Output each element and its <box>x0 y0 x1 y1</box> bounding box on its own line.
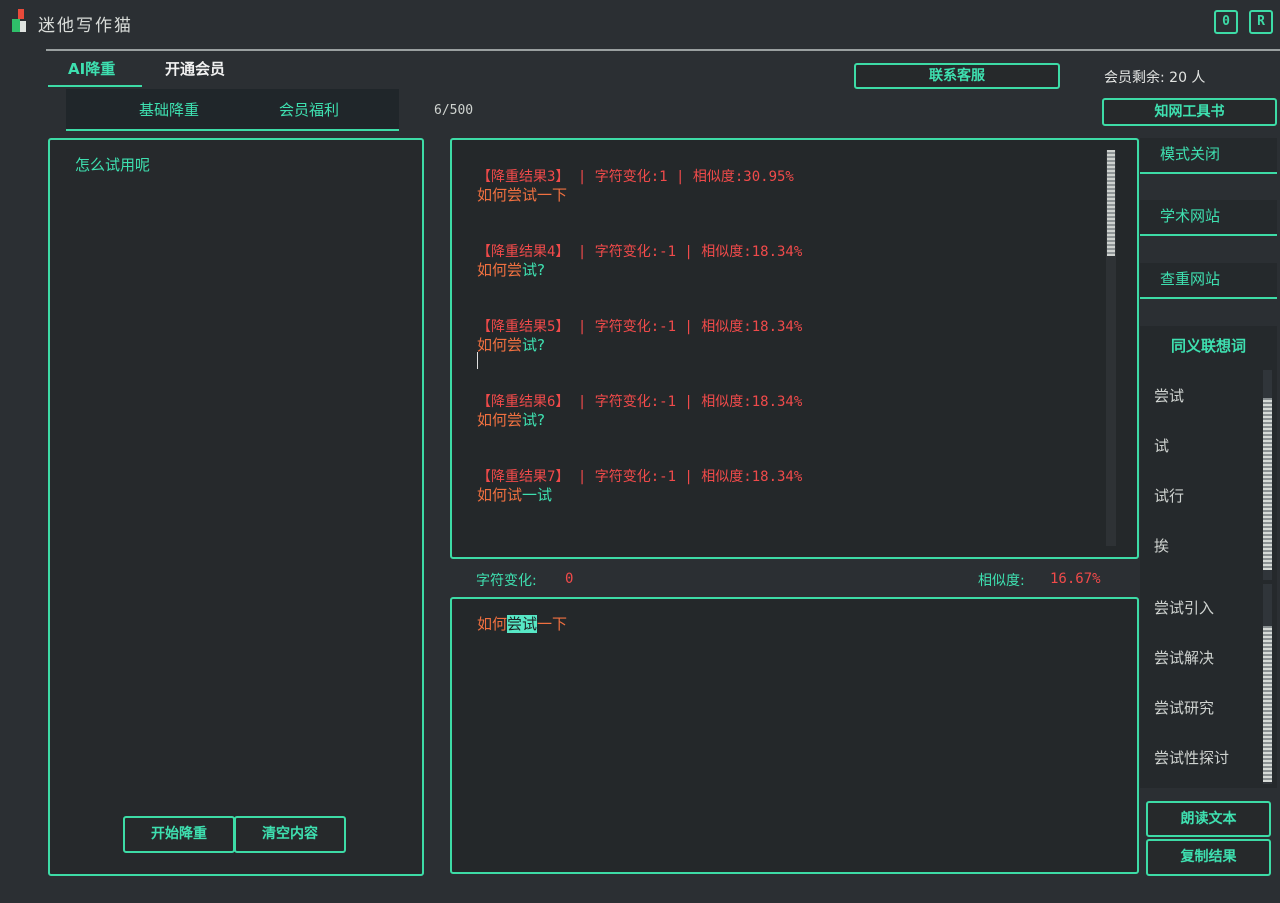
copy-result-button[interactable]: 复制结果 <box>1146 839 1271 876</box>
app-logo-icon <box>10 8 30 34</box>
sidebar-item-mode-off[interactable]: 模式关闭 <box>1140 138 1277 174</box>
member-remaining-text: 会员剩余: 20 人 <box>1104 70 1206 86</box>
synonym-item[interactable]: 尝试引入 <box>1154 597 1214 618</box>
result-text[interactable]: 如何尝试? <box>477 259 545 280</box>
start-reduce-button[interactable]: 开始降重 <box>123 816 235 853</box>
synonym-item[interactable]: 挨 <box>1154 535 1169 556</box>
contact-support-button[interactable]: 联系客服 <box>854 63 1060 89</box>
title-divider <box>46 49 1280 51</box>
title-bar <box>0 0 1280 46</box>
window-button-0[interactable]: 0 <box>1214 10 1238 34</box>
sub-tab-bar <box>66 89 399 131</box>
similarity-label: 相似度: <box>978 573 1025 589</box>
subtab-basic-reduce[interactable]: 基础降重 <box>139 99 199 120</box>
result-header: 【降重结果7】 | 字符变化:-1 | 相似度:18.34% <box>477 469 803 485</box>
char-counter: 6/500 <box>434 103 474 118</box>
read-text-button[interactable]: 朗读文本 <box>1146 801 1271 837</box>
results-scrollbar-thumb[interactable] <box>1107 150 1115 256</box>
result-text[interactable]: 如何试一试 <box>477 484 552 505</box>
synonym-scrollbar-thumb-top[interactable] <box>1263 398 1272 570</box>
synonym-title: 同义联想词 <box>1170 337 1246 355</box>
result-header: 【降重结果3】 | 字符变化:1 | 相似度:30.95% <box>477 169 794 185</box>
active-tab-indicator <box>48 85 142 87</box>
edit-textarea[interactable] <box>450 597 1139 874</box>
tab-ai-reduce[interactable]: AI降重 <box>68 58 115 79</box>
tab-open-membership[interactable]: 开通会员 <box>165 58 225 79</box>
char-change-label: 字符变化: <box>476 573 537 589</box>
input-textarea[interactable] <box>48 138 424 876</box>
input-text: 怎么试用呢 <box>75 156 151 174</box>
result-text[interactable]: 如何尝试? <box>477 409 545 430</box>
result-header: 【降重结果5】 | 字符变化:-1 | 相似度:18.34% <box>477 319 803 335</box>
clear-content-button[interactable]: 清空内容 <box>234 816 346 853</box>
synonym-item[interactable]: 尝试解决 <box>1154 647 1214 668</box>
result-text[interactable]: 如何尝试? <box>477 334 545 355</box>
result-text[interactable]: 如何尝试一下 <box>477 184 567 205</box>
similarity-value: 16.67% <box>1050 571 1101 587</box>
synonym-item[interactable]: 试 <box>1154 435 1169 456</box>
sidebar-item-plagiarism-sites[interactable]: 查重网站 <box>1140 263 1277 299</box>
selected-word[interactable]: 尝试 <box>507 615 538 633</box>
zhiwang-tools-button[interactable]: 知网工具书 <box>1102 98 1277 126</box>
result-header: 【降重结果6】 | 字符变化:-1 | 相似度:18.34% <box>477 394 803 410</box>
edit-text[interactable]: 如何尝试一下 <box>477 613 567 634</box>
synonym-item[interactable]: 尝试 <box>1154 385 1184 406</box>
text-cursor <box>477 352 478 369</box>
char-change-value: 0 <box>565 571 574 587</box>
synonym-item[interactable]: 尝试研究 <box>1154 697 1214 718</box>
synonym-item[interactable]: 试行 <box>1154 485 1184 506</box>
synonym-scrollbar-thumb-bottom[interactable] <box>1263 626 1272 782</box>
window-button-r[interactable]: R <box>1249 10 1273 34</box>
app-title: 迷他写作猫 <box>38 16 133 36</box>
result-header: 【降重结果4】 | 字符变化:-1 | 相似度:18.34% <box>477 244 803 260</box>
synonym-item[interactable]: 尝试性探讨 <box>1154 747 1229 768</box>
sidebar-item-academic-sites[interactable]: 学术网站 <box>1140 200 1277 236</box>
subtab-member-benefits[interactable]: 会员福利 <box>279 99 339 120</box>
